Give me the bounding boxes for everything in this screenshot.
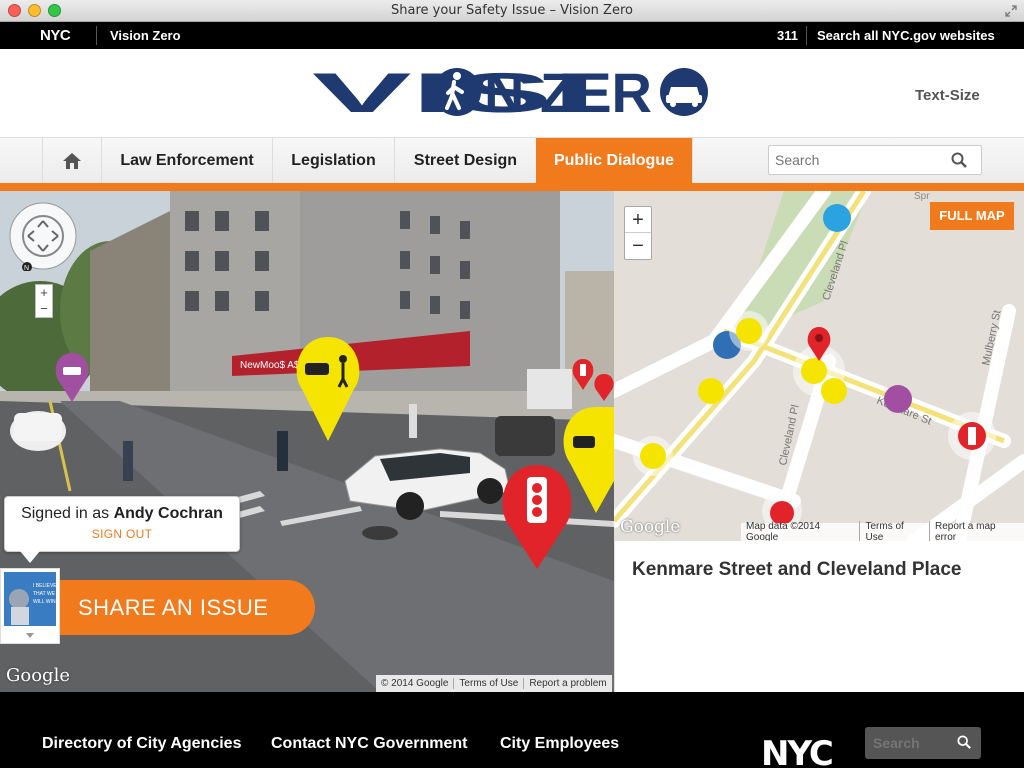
share-issue-button[interactable]: SHARE AN ISSUE xyxy=(60,580,315,635)
window-titlebar: Share your Safety Issue – Vision Zero xyxy=(0,0,1024,22)
footer-search-icon[interactable] xyxy=(957,735,971,749)
google-logo: Google xyxy=(6,665,70,686)
street-view-footer: © 2014 Google Terms of Use Report a prob… xyxy=(376,675,612,692)
map-report-link[interactable]: Report a map error xyxy=(929,521,1024,541)
search-input[interactable] xyxy=(769,146,939,174)
site-header: VISI N ZER Text-Size xyxy=(0,49,1024,137)
search-icon[interactable] xyxy=(951,152,967,168)
search-all-link[interactable]: Search all NYC.gov websites xyxy=(817,28,995,43)
full-map-button[interactable]: FULL MAP xyxy=(930,202,1014,230)
window-controls xyxy=(8,4,61,17)
signed-in-bubble: Signed in as Andy Cochran SIGN OUT xyxy=(4,496,240,552)
map-panel[interactable]: Cleveland Pl Kenmare St Mulberry St Clev… xyxy=(614,191,1024,541)
compass-north: N xyxy=(24,265,29,271)
map-data-text: Map data ©2014 Google xyxy=(746,521,821,541)
orange-rule xyxy=(0,183,1024,191)
zoom-window-button[interactable] xyxy=(48,4,61,17)
user-name: Andy Cochran xyxy=(113,505,223,522)
avatar-image: I BELIEVE THAT WE WILL WIN xyxy=(4,572,57,638)
nav-public-dialogue[interactable]: Public Dialogue xyxy=(536,138,692,184)
avatar[interactable]: I BELIEVE THAT WE WILL WIN xyxy=(0,568,60,644)
street-view-zoom: + − xyxy=(35,284,53,318)
divider xyxy=(692,138,693,184)
svg-text:N ZER: N ZER xyxy=(484,65,652,119)
map-google-logo: Google xyxy=(620,517,681,537)
location-panel: Kenmare Street and Cleveland Place xyxy=(614,541,1024,692)
signed-in-prefix: Signed in as xyxy=(21,505,110,522)
map-marker-yellow-2[interactable] xyxy=(698,378,724,404)
map-marker-yellow-1[interactable] xyxy=(729,311,769,351)
nav-law-enforcement[interactable]: Law Enforcement xyxy=(101,138,272,184)
svg-text:THAT WE: THAT WE xyxy=(33,591,56,597)
home-button[interactable] xyxy=(42,138,101,184)
avatar-caption: I BELIEVE xyxy=(33,583,57,589)
copyright-text: © 2014 Google xyxy=(381,678,449,689)
footer-search-input[interactable] xyxy=(865,727,945,759)
street-view-zoom-out-button[interactable]: − xyxy=(36,301,52,317)
fullscreen-icon[interactable] xyxy=(1004,4,1018,18)
street-view-compass[interactable]: N xyxy=(8,201,78,271)
main-nav: Law Enforcement Legislation Street Desig… xyxy=(0,137,1024,184)
map-marker-signal-1[interactable] xyxy=(948,412,996,460)
terms-link[interactable]: Terms of Use xyxy=(453,678,523,689)
footer-link-contact[interactable]: Contact NYC Government xyxy=(271,735,467,753)
window-title: Share your Safety Issue – Vision Zero xyxy=(391,3,633,18)
nav-street-design[interactable]: Street Design xyxy=(394,138,536,184)
map-marker-purple[interactable] xyxy=(884,385,912,413)
storefront-sign: NewMoo$ A$ll xyxy=(240,360,304,371)
footer-link-employees[interactable]: City Employees xyxy=(500,735,619,753)
search-box[interactable] xyxy=(768,145,982,175)
chevron-down-icon[interactable] xyxy=(26,633,34,638)
minimize-window-button[interactable] xyxy=(28,4,41,17)
footer-nyc-logo[interactable]: NYC xyxy=(761,734,834,768)
map-zoom: + − xyxy=(624,206,652,260)
link-311[interactable]: 311 xyxy=(777,28,798,43)
street-view-zoom-in-button[interactable]: + xyxy=(36,285,52,301)
signed-in-text: Signed in as Andy Cochran xyxy=(5,505,239,523)
close-window-button[interactable] xyxy=(8,4,21,17)
home-icon xyxy=(63,153,81,169)
map-footer: Map data ©2014 Google Terms of Use Repor… xyxy=(741,521,1024,541)
text-size-control[interactable]: Text-Size xyxy=(915,87,980,104)
site-footer: Directory of City Agencies Contact NYC G… xyxy=(0,692,1024,768)
vision-zero-logo[interactable]: VISI N ZER xyxy=(312,65,712,119)
report-problem-link[interactable]: Report a problem xyxy=(523,678,611,689)
footer-link-agencies[interactable]: Directory of City Agencies xyxy=(42,735,241,753)
nyc-topbar: NYC Vision Zero 311 Search all NYC.gov w… xyxy=(0,22,1024,49)
site-link[interactable]: Vision Zero xyxy=(110,28,181,43)
divider xyxy=(96,26,97,45)
bubble-tail xyxy=(20,551,40,563)
nyc-logo[interactable]: NYC xyxy=(40,27,71,44)
svg-text:WILL WIN: WILL WIN xyxy=(33,599,56,605)
map-zoom-in-button[interactable]: + xyxy=(625,207,651,233)
map-terms-link[interactable]: Terms of Use xyxy=(859,521,929,541)
nav-legislation[interactable]: Legislation xyxy=(272,138,394,184)
location-title: Kenmare Street and Cleveland Place xyxy=(632,559,962,580)
sign-out-link[interactable]: SIGN OUT xyxy=(5,527,239,541)
map-marker-cyclist[interactable] xyxy=(823,204,851,232)
map-zoom-out-button[interactable]: − xyxy=(625,233,651,259)
street-label-spring: Spr xyxy=(914,191,930,202)
map-canvas[interactable]: Cleveland Pl Kenmare St Mulberry St Clev… xyxy=(614,191,1024,541)
footer-search-box[interactable] xyxy=(865,727,981,759)
map-marker-yellow-3[interactable] xyxy=(633,436,673,476)
divider xyxy=(806,26,807,45)
